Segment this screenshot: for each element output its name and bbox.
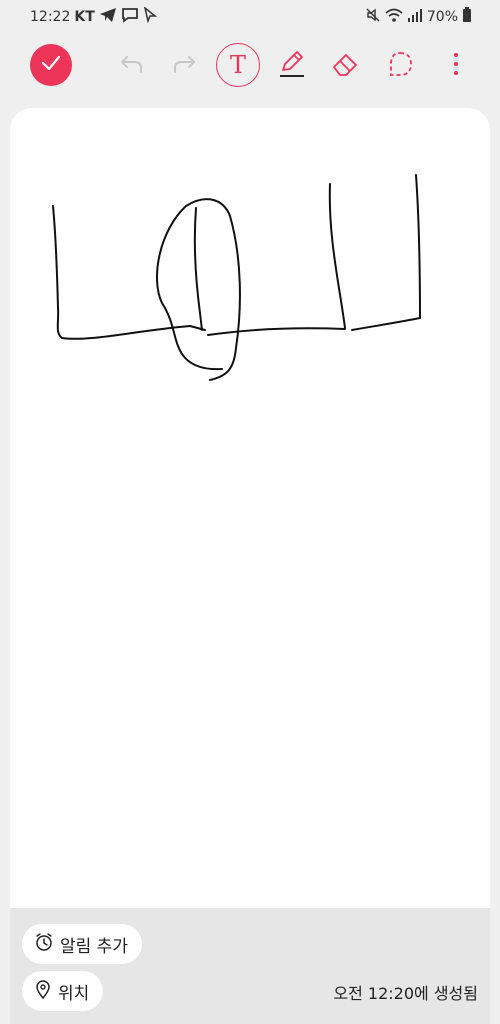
more-options-button[interactable] <box>434 40 478 92</box>
check-icon <box>39 51 63 79</box>
more-icon <box>452 51 460 81</box>
location-label: 위치 <box>58 983 90 1004</box>
clock: 12:22 <box>30 9 71 25</box>
redo-icon <box>171 53 197 79</box>
add-alarm-button[interactable]: 알림 추가 <box>22 924 142 964</box>
mute-icon <box>365 7 381 27</box>
wifi-icon <box>385 7 403 27</box>
pen-tool-button[interactable] <box>270 40 314 92</box>
add-alarm-label: 알림 추가 <box>60 936 128 957</box>
pen-icon <box>278 49 306 83</box>
text-tool-button[interactable]: T <box>216 43 260 87</box>
telegram-icon <box>99 7 117 27</box>
text-tool-icon: T <box>229 51 246 79</box>
bottom-panel: 알림 추가 위치 오전 12:20에 생성됨 <box>10 908 490 1024</box>
created-timestamp: 오전 12:20에 생성됨 <box>333 984 478 1003</box>
eraser-icon <box>331 51 359 81</box>
carrier: KT <box>74 9 95 25</box>
signal-icon <box>407 7 423 27</box>
eraser-tool-button[interactable] <box>323 40 367 92</box>
undo-icon <box>119 53 145 79</box>
status-bar: 12:22 KT 70% <box>0 0 500 32</box>
redo-button[interactable] <box>162 40 206 92</box>
message-icon <box>121 7 139 27</box>
handwriting-strokes <box>52 174 421 381</box>
battery-icon <box>462 7 472 27</box>
lasso-icon <box>386 50 414 82</box>
done-button[interactable] <box>30 44 72 86</box>
location-button[interactable]: 위치 <box>22 971 104 1011</box>
battery-text: 70% <box>426 9 458 25</box>
alarm-icon <box>34 932 54 957</box>
drawing-canvas[interactable] <box>10 108 490 908</box>
cursor-icon <box>143 6 157 27</box>
location-pin-icon <box>34 979 52 1004</box>
lasso-tool-button[interactable] <box>378 40 422 92</box>
undo-button[interactable] <box>110 40 154 92</box>
